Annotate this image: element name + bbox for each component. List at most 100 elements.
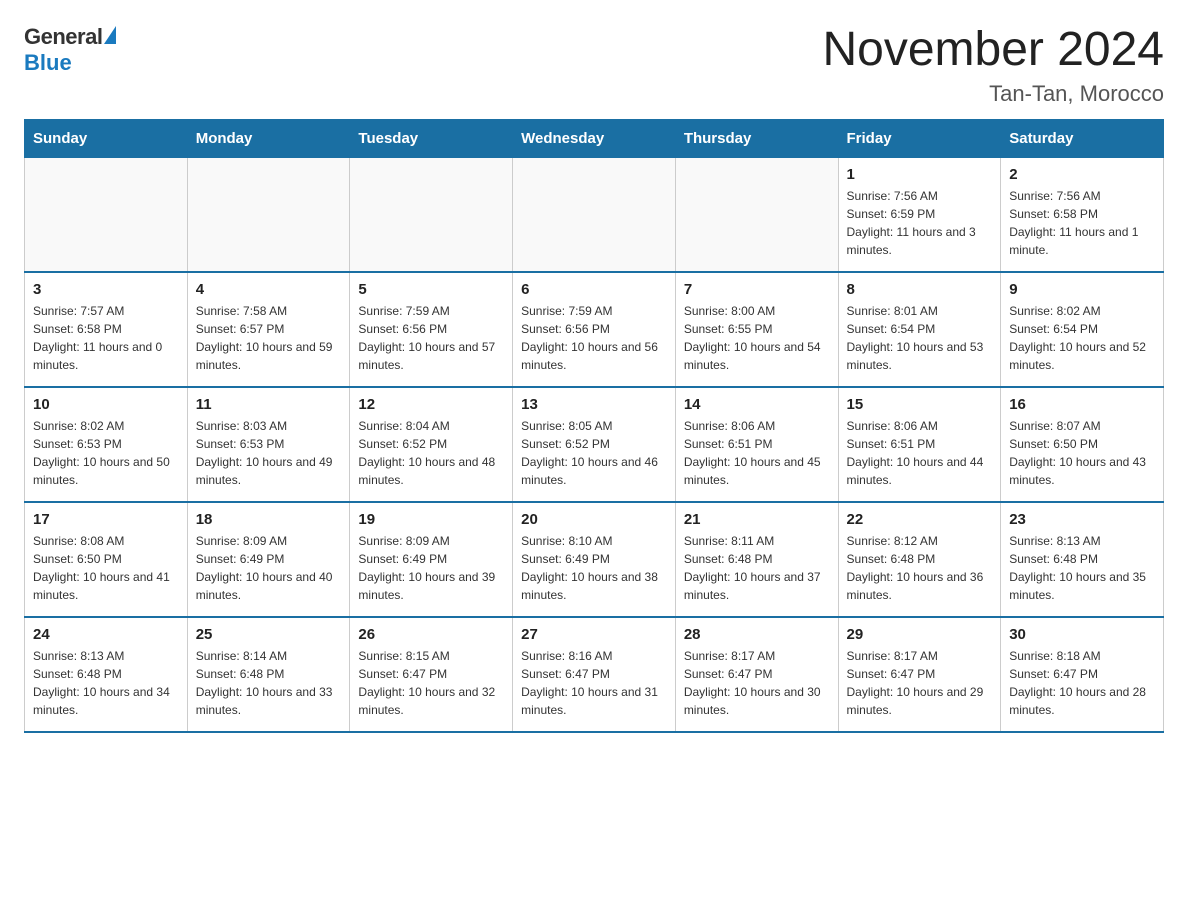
calendar-cell: 13 Sunrise: 8:05 AMSunset: 6:52 PMDayligh… (513, 387, 676, 502)
calendar-cell: 25 Sunrise: 8:14 AMSunset: 6:48 PMDayligh… (187, 617, 350, 732)
calendar-cell: 12 Sunrise: 8:04 AMSunset: 6:52 PMDayligh… (350, 387, 513, 502)
col-sunday: Sunday (25, 119, 188, 157)
day-info: Sunrise: 8:06 AMSunset: 6:51 PMDaylight:… (847, 417, 993, 489)
day-number: 20 (521, 511, 667, 528)
day-info: Sunrise: 8:01 AMSunset: 6:54 PMDaylight:… (847, 302, 993, 374)
day-number: 22 (847, 511, 993, 528)
day-info: Sunrise: 8:05 AMSunset: 6:52 PMDaylight:… (521, 417, 667, 489)
col-thursday: Thursday (675, 119, 838, 157)
calendar-cell: 19 Sunrise: 8:09 AMSunset: 6:49 PMDayligh… (350, 502, 513, 617)
calendar-title: November 2024 (822, 24, 1164, 77)
day-info: Sunrise: 8:06 AMSunset: 6:51 PMDaylight:… (684, 417, 830, 489)
calendar-cell: 7Sunrise: 8:00 AMSunset: 6:55 PMDaylight… (675, 272, 838, 387)
calendar-cell: 16 Sunrise: 8:07 AMSunset: 6:50 PMDayligh… (1001, 387, 1164, 502)
calendar-cell: 3Sunrise: 7:57 AMSunset: 6:58 PMDaylight… (25, 272, 188, 387)
day-info: Sunrise: 8:09 AMSunset: 6:49 PMDaylight:… (196, 532, 342, 604)
logo: General Blue (24, 24, 116, 76)
day-number: 19 (358, 511, 504, 528)
day-number: 15 (847, 396, 993, 413)
day-number: 16 (1009, 396, 1155, 413)
calendar-cell: 8 Sunrise: 8:01 AMSunset: 6:54 PMDaylight… (838, 272, 1001, 387)
day-number: 10 (33, 396, 179, 413)
calendar-cell: 28Sunrise: 8:17 AMSunset: 6:47 PMDayligh… (675, 617, 838, 732)
day-info: Sunrise: 7:56 AMSunset: 6:58 PMDaylight:… (1009, 187, 1155, 259)
calendar-week-row: 17Sunrise: 8:08 AMSunset: 6:50 PMDayligh… (25, 502, 1164, 617)
calendar-cell: 26Sunrise: 8:15 AMSunset: 6:47 PMDayligh… (350, 617, 513, 732)
day-info: Sunrise: 8:10 AMSunset: 6:49 PMDaylight:… (521, 532, 667, 604)
logo-general-text: General (24, 24, 102, 50)
day-info: Sunrise: 8:08 AMSunset: 6:50 PMDaylight:… (33, 532, 179, 604)
calendar-cell: 14 Sunrise: 8:06 AMSunset: 6:51 PMDayligh… (675, 387, 838, 502)
calendar-cell (675, 157, 838, 272)
day-number: 18 (196, 511, 342, 528)
col-monday: Monday (187, 119, 350, 157)
day-number: 12 (358, 396, 504, 413)
day-info: Sunrise: 8:15 AMSunset: 6:47 PMDaylight:… (358, 647, 504, 719)
calendar-cell: 22 Sunrise: 8:12 AMSunset: 6:48 PMDayligh… (838, 502, 1001, 617)
calendar-cell: 23 Sunrise: 8:13 AMSunset: 6:48 PMDayligh… (1001, 502, 1164, 617)
day-number: 23 (1009, 511, 1155, 528)
day-info: Sunrise: 8:12 AMSunset: 6:48 PMDaylight:… (847, 532, 993, 604)
day-number: 4 (196, 281, 342, 298)
calendar-cell: 4Sunrise: 7:58 AMSunset: 6:57 PMDaylight… (187, 272, 350, 387)
calendar-cell: 20 Sunrise: 8:10 AMSunset: 6:49 PMDayligh… (513, 502, 676, 617)
calendar-cell: 15 Sunrise: 8:06 AMSunset: 6:51 PMDayligh… (838, 387, 1001, 502)
day-number: 21 (684, 511, 830, 528)
calendar-cell: 21Sunrise: 8:11 AMSunset: 6:48 PMDayligh… (675, 502, 838, 617)
calendar-cell (187, 157, 350, 272)
calendar-cell (513, 157, 676, 272)
day-info: Sunrise: 8:02 AMSunset: 6:54 PMDaylight:… (1009, 302, 1155, 374)
calendar-cell: 27Sunrise: 8:16 AMSunset: 6:47 PMDayligh… (513, 617, 676, 732)
day-info: Sunrise: 8:16 AMSunset: 6:47 PMDaylight:… (521, 647, 667, 719)
calendar-cell: 1 Sunrise: 7:56 AMSunset: 6:59 PMDaylight… (838, 157, 1001, 272)
day-info: Sunrise: 8:18 AMSunset: 6:47 PMDaylight:… (1009, 647, 1155, 719)
calendar-week-row: 3Sunrise: 7:57 AMSunset: 6:58 PMDaylight… (25, 272, 1164, 387)
col-tuesday: Tuesday (350, 119, 513, 157)
day-number: 5 (358, 281, 504, 298)
day-number: 29 (847, 626, 993, 643)
day-info: Sunrise: 8:03 AMSunset: 6:53 PMDaylight:… (196, 417, 342, 489)
day-number: 24 (33, 626, 179, 643)
day-info: Sunrise: 8:09 AMSunset: 6:49 PMDaylight:… (358, 532, 504, 604)
logo-triangle-icon (104, 26, 116, 44)
day-info: Sunrise: 8:02 AMSunset: 6:53 PMDaylight:… (33, 417, 179, 489)
day-info: Sunrise: 7:56 AMSunset: 6:59 PMDaylight:… (847, 187, 993, 259)
calendar-week-row: 1 Sunrise: 7:56 AMSunset: 6:59 PMDaylight… (25, 157, 1164, 272)
calendar-cell: 2Sunrise: 7:56 AMSunset: 6:58 PMDaylight… (1001, 157, 1164, 272)
day-number: 30 (1009, 626, 1155, 643)
calendar-cell: 30 Sunrise: 8:18 AMSunset: 6:47 PMDayligh… (1001, 617, 1164, 732)
day-info: Sunrise: 8:04 AMSunset: 6:52 PMDaylight:… (358, 417, 504, 489)
col-friday: Friday (838, 119, 1001, 157)
days-of-week-row: Sunday Monday Tuesday Wednesday Thursday… (25, 119, 1164, 157)
day-info: Sunrise: 8:14 AMSunset: 6:48 PMDaylight:… (196, 647, 342, 719)
day-number: 1 (847, 166, 993, 183)
day-number: 9 (1009, 281, 1155, 298)
day-info: Sunrise: 8:13 AMSunset: 6:48 PMDaylight:… (33, 647, 179, 719)
calendar-cell: 9 Sunrise: 8:02 AMSunset: 6:54 PMDaylight… (1001, 272, 1164, 387)
calendar-cell (350, 157, 513, 272)
logo-blue-text: Blue (24, 50, 72, 76)
day-info: Sunrise: 8:17 AMSunset: 6:47 PMDaylight:… (847, 647, 993, 719)
calendar-week-row: 10 Sunrise: 8:02 AMSunset: 6:53 PMDayligh… (25, 387, 1164, 502)
day-number: 13 (521, 396, 667, 413)
page-header: General Blue November 2024 Tan-Tan, Moro… (24, 24, 1164, 107)
calendar-subtitle: Tan-Tan, Morocco (822, 81, 1164, 107)
day-number: 6 (521, 281, 667, 298)
calendar-cell (25, 157, 188, 272)
day-info: Sunrise: 8:13 AMSunset: 6:48 PMDaylight:… (1009, 532, 1155, 604)
calendar-cell: 11Sunrise: 8:03 AMSunset: 6:53 PMDayligh… (187, 387, 350, 502)
col-saturday: Saturday (1001, 119, 1164, 157)
calendar-table: Sunday Monday Tuesday Wednesday Thursday… (24, 119, 1164, 733)
day-info: Sunrise: 8:17 AMSunset: 6:47 PMDaylight:… (684, 647, 830, 719)
calendar-cell: 29 Sunrise: 8:17 AMSunset: 6:47 PMDayligh… (838, 617, 1001, 732)
calendar-cell: 17Sunrise: 8:08 AMSunset: 6:50 PMDayligh… (25, 502, 188, 617)
day-number: 14 (684, 396, 830, 413)
day-number: 25 (196, 626, 342, 643)
calendar-cell: 18 Sunrise: 8:09 AMSunset: 6:49 PMDayligh… (187, 502, 350, 617)
day-number: 7 (684, 281, 830, 298)
day-number: 8 (847, 281, 993, 298)
day-info: Sunrise: 8:07 AMSunset: 6:50 PMDaylight:… (1009, 417, 1155, 489)
calendar-cell: 6Sunrise: 7:59 AMSunset: 6:56 PMDaylight… (513, 272, 676, 387)
calendar-body: 1 Sunrise: 7:56 AMSunset: 6:59 PMDaylight… (25, 157, 1164, 732)
title-section: November 2024 Tan-Tan, Morocco (822, 24, 1164, 107)
